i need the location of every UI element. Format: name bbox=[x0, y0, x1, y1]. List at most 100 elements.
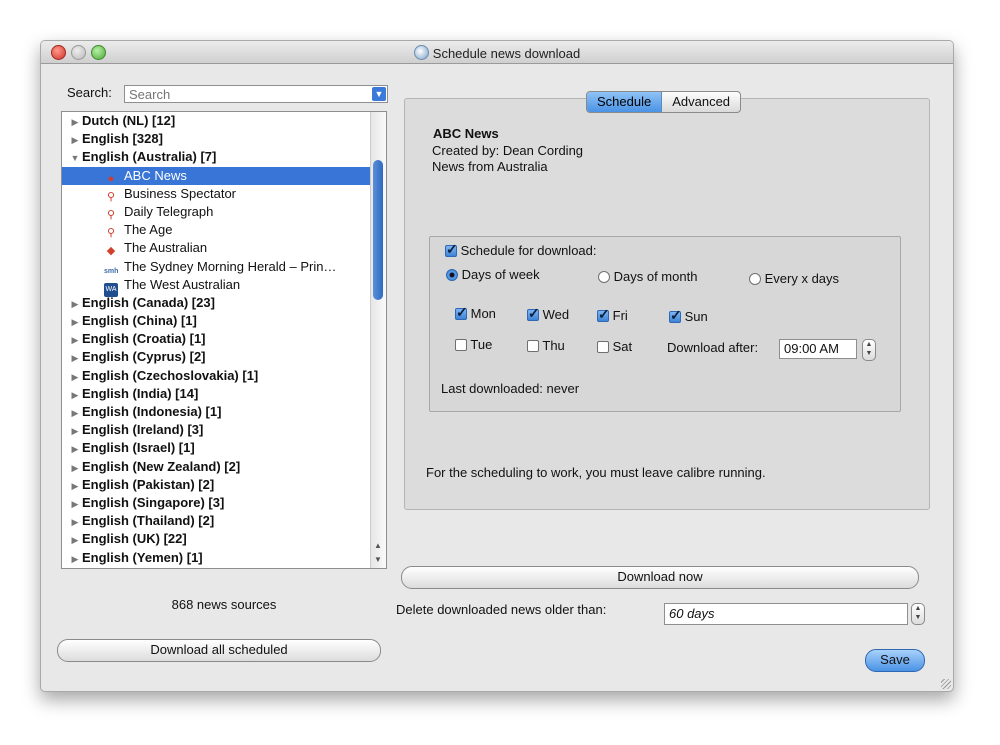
tree-row-english-cyprus[interactable]: ▶ English (Cyprus) [2] bbox=[62, 348, 386, 366]
day-sat-checkbox[interactable]: Sat bbox=[597, 339, 632, 354]
tab-advanced[interactable]: Advanced bbox=[662, 92, 740, 112]
expand-arrow-icon[interactable]: ▶ bbox=[68, 313, 82, 331]
tree-row-english[interactable]: ▶ English [328] bbox=[62, 130, 386, 148]
download-after-label: Download after: bbox=[667, 340, 759, 355]
tree-row-english-singapore[interactable]: ▶ English (Singapore) [3] bbox=[62, 494, 386, 512]
radio-icon[interactable] bbox=[598, 271, 610, 283]
tree-item-business-spectator[interactable]: ⚲ Business Spectator bbox=[62, 185, 386, 203]
expand-arrow-icon[interactable]: ▶ bbox=[68, 531, 82, 549]
scheduling-note: For the scheduling to work, you must lea… bbox=[426, 465, 766, 480]
tree-item-the-australian[interactable]: ◆ The Australian bbox=[62, 239, 386, 257]
search-dropdown-icon[interactable]: ▼ bbox=[372, 87, 386, 101]
every-x-days-radio[interactable]: Every x days bbox=[749, 271, 839, 286]
expand-arrow-icon[interactable]: ▶ bbox=[68, 349, 82, 367]
expand-arrow-icon[interactable]: ▶ bbox=[68, 513, 82, 531]
expand-arrow-icon[interactable]: ▶ bbox=[68, 386, 82, 404]
resize-grip-icon[interactable] bbox=[941, 679, 951, 689]
expand-arrow-icon[interactable]: ▶ bbox=[68, 477, 82, 495]
recipe-title: ABC News bbox=[433, 126, 499, 141]
schedule-for-download-checkbox[interactable]: Schedule for download: bbox=[445, 241, 597, 258]
checkbox-icon[interactable] bbox=[597, 341, 609, 353]
tab-schedule[interactable]: Schedule bbox=[587, 92, 663, 112]
time-stepper[interactable]: ▲ ▼ bbox=[862, 339, 876, 361]
search-box[interactable]: ▼ bbox=[124, 85, 388, 103]
tree-row-english-thailand[interactable]: ▶ English (Thailand) [2] bbox=[62, 512, 386, 530]
day-tue-checkbox[interactable]: Tue bbox=[455, 337, 492, 352]
expand-arrow-icon[interactable]: ▶ bbox=[68, 495, 82, 513]
tree-row-dutch-nl[interactable]: ▶ Dutch (NL) [12] bbox=[62, 112, 386, 130]
pin-icon: ⚲ bbox=[106, 227, 116, 240]
news-source-tree[interactable]: ▶ Dutch (NL) [12] ▶ English [328] ▼ English… bbox=[61, 111, 387, 569]
expand-arrow-icon[interactable]: ▶ bbox=[68, 331, 82, 349]
title-bar: Schedule news download bbox=[41, 41, 953, 64]
expand-arrow-icon[interactable]: ▶ bbox=[68, 440, 82, 458]
expand-arrow-icon[interactable]: ▶ bbox=[68, 404, 82, 422]
tree-row-english-croatia[interactable]: ▶ English (Croatia) [1] bbox=[62, 330, 386, 348]
days-of-month-radio[interactable]: Days of month bbox=[598, 269, 697, 284]
tree-item-west-australian[interactable]: WA The West Australian bbox=[62, 276, 386, 297]
calibre-icon bbox=[413, 45, 429, 60]
pin-icon: ⚲ bbox=[106, 190, 116, 203]
save-button[interactable]: Save bbox=[865, 649, 925, 672]
collapse-arrow-icon[interactable]: ▼ bbox=[68, 149, 82, 167]
tree-item-daily-telegraph[interactable]: ⚲ Daily Telegraph bbox=[62, 203, 386, 221]
tree-row-english-uk[interactable]: ▶ English (UK) [22] bbox=[62, 530, 386, 548]
window-title: Schedule news download bbox=[41, 45, 953, 61]
expand-arrow-icon[interactable]: ▶ bbox=[68, 295, 82, 313]
tree-row-english-india[interactable]: ▶ English (India) [14] bbox=[62, 385, 386, 403]
expand-arrow-icon[interactable]: ▶ bbox=[68, 422, 82, 440]
tree-row-english-australia[interactable]: ▼ English (Australia) [7] bbox=[62, 148, 386, 166]
scrollbar-thumb[interactable] bbox=[373, 160, 383, 300]
download-now-button[interactable]: Download now bbox=[401, 566, 919, 589]
radio-icon[interactable] bbox=[749, 273, 761, 285]
tree-item-the-age[interactable]: ⚲ The Age bbox=[62, 221, 386, 239]
tree-row-english-czechoslovakia[interactable]: ▶ English (Czechoslovakia) [1] bbox=[62, 367, 386, 385]
search-input[interactable] bbox=[125, 86, 369, 102]
expand-arrow-icon[interactable]: ▶ bbox=[68, 550, 82, 568]
checkbox-icon[interactable] bbox=[597, 306, 610, 323]
day-fri-checkbox[interactable]: Fri bbox=[597, 306, 628, 323]
tree-row-english-china[interactable]: ▶ English (China) [1] bbox=[62, 312, 386, 330]
expand-arrow-icon[interactable]: ▶ bbox=[68, 368, 82, 386]
radio-icon[interactable] bbox=[446, 269, 458, 281]
download-all-scheduled-button[interactable]: Download all scheduled bbox=[57, 639, 381, 662]
expand-arrow-icon[interactable]: ▶ bbox=[68, 113, 82, 131]
expand-arrow-icon[interactable]: ▶ bbox=[68, 131, 82, 149]
checkbox-icon[interactable] bbox=[669, 307, 682, 324]
tree-row-english-yemen[interactable]: ▶ English (Yemen) [1] bbox=[62, 549, 386, 567]
tree-row-english-new-zealand[interactable]: ▶ English (New Zealand) [2] bbox=[62, 458, 386, 476]
recipe-description: News from Australia bbox=[432, 159, 548, 174]
days-stepper[interactable]: ▲ ▼ bbox=[911, 603, 925, 625]
day-wed-checkbox[interactable]: Wed bbox=[527, 305, 569, 322]
tree-item-abc-news[interactable]: ● ABC News bbox=[62, 166, 386, 185]
scroll-up-icon[interactable]: ▲ bbox=[373, 540, 383, 552]
delete-older-label: Delete downloaded news older than: bbox=[396, 602, 607, 617]
tree-row-english-indonesia[interactable]: ▶ English (Indonesia) [1] bbox=[62, 403, 386, 421]
schedule-window: Schedule news download Search: ▼ ▶Dutch … bbox=[40, 40, 954, 692]
recipe-author: Created by: Dean Cording bbox=[432, 143, 584, 158]
tree-row-english-pakistan[interactable]: ▶ English (Pakistan) [2] bbox=[62, 476, 386, 494]
search-label: Search: bbox=[67, 85, 112, 100]
scroll-down-icon[interactable]: ▼ bbox=[373, 554, 383, 566]
delete-older-input[interactable]: 60 days bbox=[664, 603, 908, 625]
tab-bar: Schedule Advanced bbox=[586, 91, 742, 113]
days-of-week-radio[interactable]: Days of week bbox=[446, 267, 540, 282]
day-mon-checkbox[interactable]: Mon bbox=[455, 304, 496, 321]
checkbox-icon[interactable] bbox=[527, 305, 540, 322]
expand-arrow-icon[interactable]: ▶ bbox=[68, 459, 82, 477]
tree-row-english-ireland[interactable]: ▶ English (Ireland) [3] bbox=[62, 421, 386, 439]
day-sun-checkbox[interactable]: Sun bbox=[669, 307, 708, 324]
tree-item-sydney-morning-herald[interactable]: smh The Sydney Morning Herald – Prin… bbox=[62, 258, 386, 276]
day-thu-checkbox[interactable]: Thu bbox=[527, 338, 565, 353]
tree-scrollbar[interactable]: ▲ ▼ bbox=[370, 112, 386, 568]
sources-count: 868 news sources bbox=[171, 597, 277, 612]
tree-row-english-canada[interactable]: ▶ English (Canada) [23] bbox=[62, 294, 386, 312]
tree-row-english-israel[interactable]: ▶ English (Israel) [1] bbox=[62, 439, 386, 457]
checkbox-icon[interactable] bbox=[445, 241, 458, 258]
abc-icon: ● bbox=[107, 172, 115, 185]
download-after-time-input[interactable]: 09:00 AM bbox=[779, 339, 857, 359]
checkbox-icon[interactable] bbox=[527, 340, 539, 352]
checkbox-icon[interactable] bbox=[455, 304, 468, 321]
last-downloaded-text: Last downloaded: never bbox=[441, 381, 580, 396]
checkbox-icon[interactable] bbox=[455, 339, 467, 351]
